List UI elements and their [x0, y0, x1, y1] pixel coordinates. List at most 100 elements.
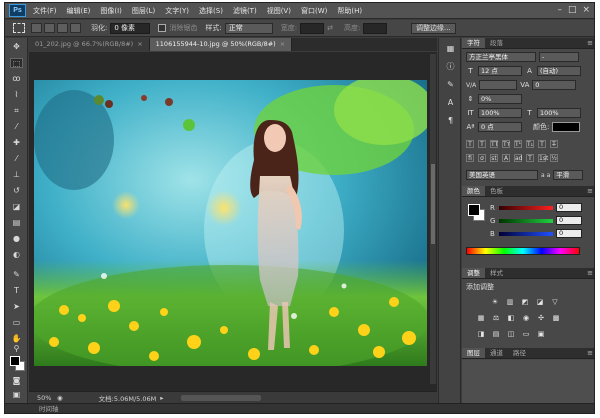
horizontal-scrollbar[interactable] — [181, 395, 261, 401]
fractions-button[interactable]: ½ — [550, 154, 558, 162]
subscript-button[interactable]: T₁ — [526, 140, 534, 148]
crop-tool-icon[interactable]: ⌗ — [10, 106, 23, 116]
feather-input[interactable]: 0 像素 — [110, 22, 151, 34]
brightness-icon[interactable]: ☀ — [490, 298, 500, 307]
channel-r-value[interactable]: 0 — [556, 203, 582, 212]
font-style-select[interactable]: - — [539, 52, 579, 62]
menu-image[interactable]: 图像(I) — [100, 6, 122, 16]
marquee-tool-icon[interactable]: ⬚ — [10, 58, 23, 68]
color-lookup-icon[interactable]: ▩ — [551, 314, 561, 323]
style-select[interactable]: 正常 — [224, 22, 273, 34]
text-color-swatch[interactable] — [552, 122, 581, 132]
ligature-button[interactable]: fi — [466, 154, 474, 162]
shape-tool-icon[interactable]: ▭ — [10, 318, 23, 328]
status-arrow-icon[interactable]: ▸ — [160, 394, 163, 402]
menu-layer[interactable]: 图层(L) — [132, 6, 155, 16]
scroll-thumb[interactable] — [431, 164, 435, 244]
channel-g-slider[interactable] — [499, 218, 553, 223]
titling-alt-button[interactable]: T — [526, 154, 534, 162]
superscript-button[interactable]: T¹ — [514, 140, 522, 148]
pen-tool-icon[interactable]: ✎ — [10, 270, 23, 280]
exposure-icon[interactable]: ◪ — [535, 298, 545, 307]
add-selection-icon[interactable] — [44, 23, 55, 33]
menu-help[interactable]: 帮助(H) — [337, 6, 362, 16]
character-panel-icon[interactable]: A — [445, 98, 456, 108]
channel-r-slider[interactable] — [499, 205, 553, 210]
minimize-button[interactable]: – — [557, 5, 562, 16]
contextual-alt-button[interactable]: σ — [478, 154, 486, 162]
color-balance-icon[interactable]: ⚖ — [491, 314, 501, 323]
font-size-select[interactable]: 12 点 — [478, 66, 522, 76]
faux-bold-button[interactable]: T — [466, 140, 474, 148]
tab-color[interactable]: 颜色 — [462, 186, 485, 196]
antialias-select[interactable]: 平滑 — [553, 170, 584, 180]
rect-marquee-icon[interactable] — [13, 23, 25, 33]
eraser-tool-icon[interactable]: ◪ — [10, 202, 23, 212]
tab-character[interactable]: 字符 — [462, 38, 485, 48]
timeline-bar[interactable]: 时间轴 — [5, 403, 594, 413]
kerning-select[interactable] — [479, 80, 518, 90]
channel-mixer-icon[interactable]: ✣ — [536, 314, 546, 323]
tab-adjustments[interactable]: 调整 — [462, 268, 485, 278]
blur-tool-icon[interactable]: ● — [10, 234, 23, 244]
close-icon[interactable]: × — [137, 40, 142, 48]
close-button[interactable]: × — [582, 5, 590, 16]
lasso-tool-icon[interactable]: ꝏ — [10, 74, 23, 84]
color-fg-swatch[interactable] — [468, 204, 480, 216]
new-selection-icon[interactable] — [31, 23, 42, 33]
vibrance-icon[interactable]: ▽ — [550, 298, 560, 307]
healing-tool-icon[interactable]: ✚ — [10, 138, 23, 148]
zoom-tool-icon[interactable]: ⚲ — [10, 344, 23, 354]
swash-button[interactable]: A — [502, 154, 510, 162]
panel-menu-icon[interactable]: ≡ — [587, 186, 593, 197]
faux-italic-button[interactable]: T — [478, 140, 486, 148]
hue-saturation-icon[interactable]: ▦ — [476, 314, 486, 323]
clone-tool-icon[interactable]: ⊥ — [10, 170, 23, 180]
screen-mode-icon[interactable]: ▣ — [10, 390, 23, 400]
panel-menu-icon[interactable]: ≡ — [587, 348, 593, 359]
menu-view[interactable]: 视图(V) — [267, 6, 291, 16]
threshold-icon[interactable]: ◫ — [506, 330, 516, 339]
paragraph-panel-icon[interactable]: ¶ — [445, 116, 456, 126]
foreground-color-swatch[interactable] — [10, 356, 20, 366]
panel-menu-icon[interactable]: ≡ — [587, 38, 593, 49]
menu-edit[interactable]: 编辑(E) — [67, 6, 91, 16]
channel-g-value[interactable]: 0 — [556, 216, 582, 225]
history-brush-tool-icon[interactable]: ↺ — [10, 186, 23, 196]
leading-select[interactable]: (自动) — [537, 66, 581, 76]
posterize-icon[interactable]: ▤ — [491, 330, 501, 339]
tab-layers[interactable]: 图层 — [462, 348, 485, 358]
antialias-checkbox[interactable] — [158, 24, 167, 32]
tab-paths[interactable]: 路径 — [508, 348, 531, 358]
height-input[interactable] — [363, 22, 388, 34]
vertical-scrollbar[interactable] — [430, 54, 436, 384]
type-tool-icon[interactable]: T — [10, 286, 23, 296]
history-panel-icon[interactable]: ▦ — [445, 44, 456, 54]
tsume-select[interactable]: 0% — [478, 94, 522, 104]
quick-mask-icon[interactable]: ◙ — [10, 376, 23, 386]
doc-tab-1[interactable]: 01_202.jpg @ 66.7%(RGB/8#) × — [29, 38, 150, 51]
strikethrough-button[interactable]: T̶ — [550, 140, 558, 148]
intersect-selection-icon[interactable] — [70, 23, 81, 33]
menu-select[interactable]: 选择(S) — [199, 6, 223, 16]
vertical-scale-input[interactable]: 100% — [478, 108, 522, 118]
status-menu-icon[interactable]: ◉ — [57, 394, 63, 402]
canvas-area[interactable] — [29, 52, 437, 391]
doc-tab-2[interactable]: 1106155944-10.jpg @ 50%(RGB/8#) × — [149, 38, 293, 51]
brush-panel-icon[interactable]: ✎ — [445, 80, 456, 90]
dodge-tool-icon[interactable]: ◐ — [10, 250, 23, 260]
discretionary-ligature-button[interactable]: st — [490, 154, 498, 162]
color-spectrum[interactable] — [466, 247, 580, 255]
black-white-icon[interactable]: ◧ — [506, 314, 516, 323]
horizontal-scale-input[interactable]: 100% — [537, 108, 581, 118]
levels-icon[interactable]: ▥ — [505, 298, 515, 307]
font-family-select[interactable]: 方正兰亭黑体 — [466, 52, 536, 62]
ordinals-button[interactable]: 1st — [538, 154, 548, 162]
restore-button[interactable]: □ — [568, 5, 577, 16]
tab-swatches[interactable]: 色板 — [485, 186, 508, 196]
menu-filter[interactable]: 滤镜(T) — [233, 6, 257, 16]
panel-menu-icon[interactable]: ≡ — [587, 268, 593, 279]
info-panel-icon[interactable]: ⓘ — [445, 62, 456, 72]
curves-icon[interactable]: ◩ — [520, 298, 530, 307]
move-tool-icon[interactable]: ✥ — [10, 42, 23, 52]
